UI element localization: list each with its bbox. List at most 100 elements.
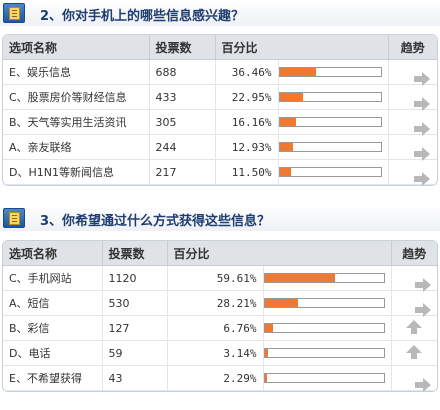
trend-cell — [391, 290, 438, 317]
vote-count: 433 — [149, 84, 216, 110]
poll-icon — [3, 208, 25, 228]
vote-percent: 12.93% — [215, 134, 279, 160]
col-header-trend: 趋势 — [391, 241, 438, 266]
option-name: C、股票房价等财经信息 — [3, 84, 150, 110]
option-name: B、天气等实用生活资讯 — [3, 109, 150, 135]
option-name: A、亲友联络 — [3, 134, 150, 160]
vote-percent: 59.61% — [167, 265, 264, 291]
percent-bar — [263, 273, 385, 283]
section-header: 3、你希望通过什么方式获得这些信息？ — [0, 205, 440, 231]
option-name: D、H1N1等新闻信息 — [3, 159, 150, 185]
vote-count: 530 — [102, 290, 168, 316]
percent-bar — [278, 92, 382, 102]
col-header-name: 选项名称 — [3, 241, 103, 266]
vote-count: 127 — [102, 315, 168, 341]
vote-count: 217 — [149, 159, 216, 185]
trend-cell — [388, 84, 438, 111]
percent-bar-fill — [279, 68, 317, 76]
vote-percent: 36.46% — [215, 59, 279, 85]
percent-bar-cell — [278, 59, 389, 85]
col-header-percent: 百分比 — [215, 35, 389, 60]
table-row: E、不希望获得 43 2.29% — [3, 365, 438, 392]
percent-bar-fill — [279, 143, 293, 151]
percent-bar-cell — [263, 265, 392, 291]
percent-bar — [278, 142, 382, 152]
table-header-row: 选项名称 投票数 百分比 趋势 — [3, 241, 438, 266]
trend-cell — [391, 315, 438, 341]
right-arrow-icon — [413, 122, 431, 136]
trend-cell — [388, 134, 438, 161]
table-row: B、天气等实用生活资讯 305 16.16% — [3, 109, 438, 136]
vote-count: 59 — [102, 340, 168, 366]
percent-bar-fill — [279, 168, 292, 176]
trend-cell — [391, 365, 438, 392]
percent-bar — [278, 117, 382, 127]
table-row: A、短信 530 28.21% — [3, 290, 438, 317]
percent-bar-cell — [278, 159, 389, 185]
table-header-row: 选项名称 投票数 百分比 趋势 — [3, 35, 438, 60]
section-header: 2、你对手机上的哪些信息感兴趣？ — [0, 0, 440, 26]
col-header-votes: 投票数 — [102, 241, 168, 266]
option-name: C、手机网站 — [3, 265, 103, 291]
option-name: A、短信 — [3, 290, 103, 316]
percent-bar-fill — [264, 274, 336, 282]
percent-bar-fill — [279, 118, 296, 126]
percent-bar-cell — [263, 290, 392, 316]
vote-count: 305 — [149, 109, 216, 135]
right-arrow-icon — [413, 97, 431, 111]
up-arrow-icon — [405, 319, 423, 334]
vote-percent: 6.76% — [167, 315, 264, 341]
option-name: B、彩信 — [3, 315, 103, 341]
right-arrow-icon — [414, 378, 432, 392]
trend-cell — [391, 340, 438, 366]
section-title: 3、你希望通过什么方式获得这些信息？ — [40, 214, 271, 229]
col-header-votes: 投票数 — [149, 35, 216, 60]
right-arrow-icon — [413, 72, 431, 86]
table-row: E、娱乐信息 688 36.46% — [3, 59, 438, 86]
percent-bar-fill — [279, 93, 303, 101]
trend-cell — [388, 109, 438, 136]
table-row: B、彩信 127 6.76% — [3, 315, 438, 341]
results-table: 选项名称 投票数 百分比 趋势 C、手机网站 1120 59.61% A、短信 530 2… — [3, 241, 438, 392]
col-header-percent: 百分比 — [167, 241, 392, 266]
percent-bar — [263, 373, 385, 383]
percent-bar — [278, 67, 382, 77]
option-name: D、电话 — [3, 340, 103, 366]
vote-percent: 16.16% — [215, 109, 279, 135]
percent-bar — [278, 167, 382, 177]
table-row: A、亲友联络 244 12.93% — [3, 134, 438, 161]
percent-bar-cell — [263, 315, 392, 341]
vote-count: 688 — [149, 59, 216, 85]
percent-bar-cell — [278, 84, 389, 110]
vote-percent: 11.50% — [215, 159, 279, 185]
option-name: E、娱乐信息 — [3, 59, 150, 85]
percent-bar-cell — [278, 109, 389, 135]
percent-bar — [263, 348, 385, 358]
poll-section-1: 2、你对手机上的哪些信息感兴趣？ 选项名称 投票数 百分比 趋势 E、娱乐信息 6… — [0, 0, 440, 186]
col-header-trend: 趋势 — [388, 35, 438, 60]
poll-icon — [3, 3, 25, 23]
results-table-container: 选项名称 投票数 百分比 趋势 E、娱乐信息 688 36.46% C、股票房价等财经… — [2, 34, 438, 186]
table-row: C、股票房价等财经信息 433 22.95% — [3, 84, 438, 111]
vote-percent: 3.14% — [167, 340, 264, 366]
vote-percent: 28.21% — [167, 290, 264, 316]
vote-count: 244 — [149, 134, 216, 160]
table-row: D、电话 59 3.14% — [3, 340, 438, 366]
vote-count: 43 — [102, 365, 168, 391]
percent-bar-fill — [264, 374, 268, 382]
section-title: 2、你对手机上的哪些信息感兴趣？ — [40, 9, 245, 24]
percent-bar-fill — [264, 349, 269, 357]
vote-percent: 22.95% — [215, 84, 279, 110]
right-arrow-icon — [413, 147, 431, 161]
percent-bar — [263, 298, 385, 308]
poll-section-2: 3、你希望通过什么方式获得这些信息？ 选项名称 投票数 百分比 趋势 C、手机网… — [0, 205, 440, 392]
vote-count: 1120 — [102, 265, 168, 291]
percent-bar-cell — [263, 340, 392, 366]
percent-bar-fill — [264, 324, 273, 332]
right-arrow-icon — [414, 303, 432, 317]
results-table: 选项名称 投票数 百分比 趋势 E、娱乐信息 688 36.46% C、股票房价等财经… — [3, 35, 438, 186]
table-row: D、H1N1等新闻信息 217 11.50% — [3, 159, 438, 186]
percent-bar-cell — [263, 365, 392, 391]
up-arrow-icon — [405, 344, 423, 359]
right-arrow-icon — [413, 172, 431, 186]
